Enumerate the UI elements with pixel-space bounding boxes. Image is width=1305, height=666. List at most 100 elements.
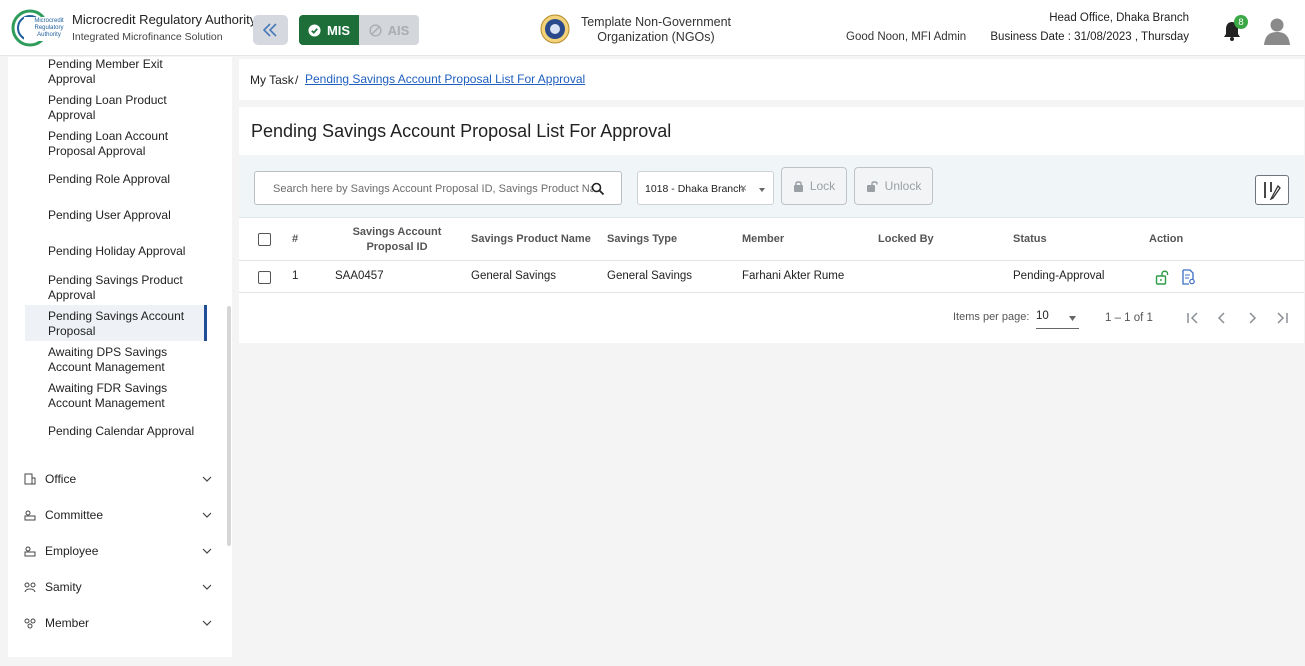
list-toolbar: 1018 - Dhaka Branch × Lock Unlock bbox=[239, 155, 1304, 217]
employee-icon bbox=[24, 546, 36, 557]
committee-icon bbox=[24, 510, 36, 521]
sidebar-item-pending-savings-product[interactable]: Pending Savings Product Approval bbox=[48, 273, 208, 303]
unlock-label: Unlock bbox=[884, 179, 922, 193]
sidebar-item-pending-savings-account-proposal[interactable]: Pending Savings Account Proposal bbox=[48, 309, 208, 339]
items-per-page-label: Items per page: bbox=[953, 311, 1030, 323]
unlock-row-icon[interactable] bbox=[1155, 269, 1170, 285]
ais-label: AIS bbox=[387, 22, 410, 38]
col-locked-by[interactable]: Locked By bbox=[878, 233, 934, 245]
search-icon[interactable] bbox=[591, 182, 605, 196]
greeting: Good Noon, MFI Admin bbox=[846, 31, 967, 43]
proposal-table: # Savings Account Proposal ID Savings Pr… bbox=[239, 217, 1304, 343]
branch-clear-icon[interactable]: × bbox=[740, 181, 747, 195]
sidebar-group-committee[interactable]: Committee bbox=[24, 505, 212, 525]
block-icon bbox=[369, 23, 382, 37]
view-document-icon[interactable] bbox=[1181, 269, 1196, 285]
items-per-page-select[interactable]: 10 bbox=[1036, 307, 1079, 329]
branch-select-value: 1018 - Dhaka Branch bbox=[645, 183, 745, 195]
previous-page-icon[interactable] bbox=[1213, 309, 1231, 327]
brand-title: Microcredit Regulatory Authority bbox=[72, 12, 257, 27]
org-seal-icon bbox=[540, 14, 570, 44]
office-name: Head Office, Dhaka Branch bbox=[1049, 12, 1189, 24]
next-page-icon[interactable] bbox=[1243, 309, 1261, 327]
table-row: 1 SAA0457 General Savings General Saving… bbox=[239, 261, 1304, 293]
cell-proposal-id: SAA0457 bbox=[335, 270, 384, 282]
sidebar-item-pending-member-exit[interactable]: Pending Member Exit Approval bbox=[48, 57, 208, 87]
col-status[interactable]: Status bbox=[1013, 233, 1047, 245]
mis-label: MIS bbox=[326, 22, 351, 38]
sidebar-group-label: Employee bbox=[45, 544, 99, 558]
sidebar-item-pending-loan-product[interactable]: Pending Loan Product Approval bbox=[48, 93, 208, 123]
sidebar-item-pending-calendar[interactable]: Pending Calendar Approval bbox=[48, 424, 208, 439]
search-input[interactable] bbox=[263, 179, 593, 199]
cell-savings-type: General Savings bbox=[607, 270, 693, 282]
sidebar-item-pending-user[interactable]: Pending User Approval bbox=[48, 208, 208, 223]
ais-toggle[interactable]: AIS bbox=[359, 15, 419, 45]
org-name: Template Non-Government Organization (NG… bbox=[580, 15, 732, 44]
items-per-page-value: 10 bbox=[1036, 310, 1049, 322]
lock-button[interactable]: Lock bbox=[781, 167, 847, 205]
sidebar-group-employee[interactable]: Employee bbox=[24, 541, 212, 561]
chevron-down-icon bbox=[202, 548, 212, 554]
unlock-icon bbox=[866, 181, 878, 192]
module-switch: MIS AIS bbox=[299, 15, 419, 45]
select-all-checkbox[interactable] bbox=[258, 233, 271, 246]
sidebar-item-awaiting-dps[interactable]: Awaiting DPS Savings Account Management bbox=[48, 345, 208, 375]
lock-icon bbox=[793, 181, 803, 192]
sidebar: Pending Member Exit Approval Pending Loa… bbox=[8, 57, 232, 657]
col-product-name[interactable]: Savings Product Name bbox=[471, 233, 591, 245]
page-title: Pending Savings Account Proposal List Fo… bbox=[251, 121, 672, 141]
chevron-down-icon bbox=[202, 512, 212, 518]
member-icon bbox=[24, 618, 36, 629]
sidebar-item-pending-loan-account-proposal[interactable]: Pending Loan Account Proposal Approval bbox=[48, 129, 208, 159]
column-edit-icon bbox=[1264, 182, 1281, 200]
brand-subtitle: Integrated Microfinance Solution bbox=[72, 31, 223, 43]
sidebar-item-awaiting-fdr[interactable]: Awaiting FDR Savings Account Management bbox=[48, 381, 208, 411]
mis-toggle[interactable]: MIS bbox=[299, 15, 359, 45]
col-index: # bbox=[292, 233, 299, 245]
col-member[interactable]: Member bbox=[742, 233, 784, 245]
col-savings-type[interactable]: Savings Type bbox=[607, 233, 677, 245]
caret-down-icon bbox=[759, 188, 765, 192]
sidebar-group-label: Samity bbox=[45, 580, 82, 594]
col-proposal-id[interactable]: Savings Account Proposal ID bbox=[347, 225, 447, 255]
sidebar-group-office[interactable]: Office bbox=[24, 469, 212, 489]
sidebar-scrollbar[interactable] bbox=[227, 306, 231, 546]
unlock-button[interactable]: Unlock bbox=[854, 167, 933, 205]
page-title-card: Pending Savings Account Proposal List Fo… bbox=[239, 107, 1304, 155]
cell-member: Farhani Akter Rume bbox=[742, 270, 845, 282]
sidebar-item-pending-role[interactable]: Pending Role Approval bbox=[48, 172, 208, 187]
first-page-icon[interactable] bbox=[1184, 309, 1202, 327]
breadcrumb-home[interactable]: My Task bbox=[250, 73, 294, 87]
breadcrumb-separator: / bbox=[295, 73, 299, 87]
sidebar-group-samity[interactable]: Samity bbox=[24, 577, 212, 597]
avatar[interactable] bbox=[1262, 15, 1292, 45]
collapse-sidebar-button[interactable] bbox=[253, 15, 288, 45]
check-circle-icon bbox=[308, 23, 321, 37]
caret-down-icon bbox=[1069, 316, 1076, 321]
branch-select[interactable]: 1018 - Dhaka Branch × bbox=[637, 171, 774, 205]
column-settings-button[interactable] bbox=[1255, 175, 1289, 205]
lock-label: Lock bbox=[809, 179, 836, 193]
sidebar-group-label: Committee bbox=[45, 508, 104, 522]
top-header: Microcredit Regulatory Authority Microcr… bbox=[0, 0, 1305, 56]
cell-status: Pending-Approval bbox=[1013, 270, 1105, 282]
samity-icon bbox=[24, 582, 36, 593]
col-action: Action bbox=[1149, 233, 1184, 245]
double-chevron-left-icon bbox=[262, 23, 277, 37]
page-range: 1 – 1 of 1 bbox=[1105, 312, 1153, 324]
chevron-down-icon bbox=[202, 476, 212, 482]
breadcrumb-current[interactable]: Pending Savings Account Proposal List Fo… bbox=[305, 72, 585, 86]
notification-badge: 8 bbox=[1234, 15, 1248, 29]
sidebar-group-member[interactable]: Member bbox=[24, 613, 212, 633]
paginator: Items per page: 10 1 – 1 of 1 bbox=[239, 294, 1304, 344]
table-header: # Savings Account Proposal ID Savings Pr… bbox=[239, 218, 1304, 261]
last-page-icon[interactable] bbox=[1273, 309, 1291, 327]
sidebar-item-pending-holiday[interactable]: Pending Holiday Approval bbox=[48, 244, 208, 259]
breadcrumb: My Task / Pending Savings Account Propos… bbox=[239, 59, 1304, 100]
logo-caption: Microcredit Regulatory Authority bbox=[34, 18, 64, 38]
cell-index: 1 bbox=[292, 270, 299, 282]
row-checkbox[interactable] bbox=[258, 271, 271, 284]
chevron-down-icon bbox=[202, 620, 212, 626]
office-icon bbox=[24, 473, 36, 485]
